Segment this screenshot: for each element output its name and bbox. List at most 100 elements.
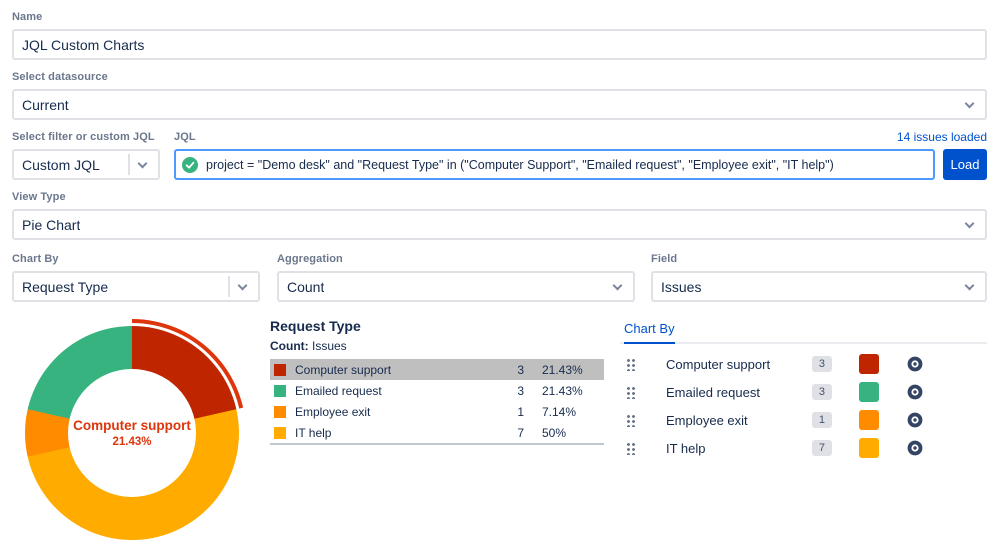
legend-count: 3 [490,363,524,377]
name-label: Name [12,10,987,24]
jql-field: JQL 14 issues loaded Load [174,130,987,180]
chart-by-select[interactable]: Request Type [12,271,260,302]
load-button[interactable]: Load [943,149,987,180]
color-swatch [274,427,286,439]
aggregation-field: Aggregation Count [277,252,635,302]
aggregation-value: Count [287,279,324,295]
filter-jql-row: Select filter or custom JQL Custom JQL J… [12,130,987,180]
color-swatch [274,406,286,418]
color-swatch[interactable] [859,354,879,374]
legend-label: Emailed request [295,384,490,398]
eye-visibility-icon[interactable] [907,356,923,372]
drag-handle-icon[interactable] [626,441,635,455]
eye-visibility-icon[interactable] [907,384,923,400]
color-swatch[interactable] [859,410,879,430]
datasource-select[interactable]: Current [12,89,987,120]
chart-by-row: IT help 7 [620,434,987,462]
datasource-value: Current [22,97,69,113]
chart-by-value: Request Type [22,279,108,295]
chart-by-row: Emailed request 3 [620,378,987,406]
count-badge: 7 [812,440,832,456]
color-swatch [274,364,286,376]
donut-center-percent: 21.43% [112,436,151,448]
chart-by-field: Chart By Request Type [12,252,260,302]
chevron-down-icon [965,99,975,109]
count-badge: 3 [812,384,832,400]
field-select[interactable]: Issues [651,271,987,302]
view-type-field: View Type Pie Chart [12,190,987,240]
legend-label: Computer support [295,363,490,377]
legend-percent: 21.43% [524,384,600,398]
filter-label: Select filter or custom JQL [12,130,160,144]
color-swatch [274,385,286,397]
name-input[interactable] [12,29,987,60]
legend-row[interactable]: IT help 7 50% [270,422,604,443]
legend-row[interactable]: Employee exit 1 7.14% [270,401,604,422]
jql-input[interactable] [206,158,927,172]
chart-by-rows: Computer support 3 Emailed request 3 Emp… [620,344,987,462]
aggregation-select[interactable]: Count [277,271,635,302]
field-field: Field Issues [651,252,987,302]
eye-visibility-icon[interactable] [907,440,923,456]
count-badge: 1 [812,412,832,428]
select-divider [128,154,130,175]
chart-by-row: Employee exit 1 [620,406,987,434]
chart-by-item-label: IT help [666,441,812,456]
pie-chart[interactable]: Computer support 21.43% [12,316,264,551]
datasource-field: Select datasource Current [12,70,987,120]
color-swatch[interactable] [859,382,879,402]
count-badge: 3 [812,356,832,372]
legend-count: 1 [490,405,524,419]
filter-value: Custom JQL [22,157,100,173]
chevron-down-icon [613,281,623,291]
field-label: Field [651,252,987,266]
issues-loaded-status: 14 issues loaded [897,130,987,144]
legend-label: Employee exit [295,405,490,419]
field-value: Issues [661,279,701,295]
chart-by-item-label: Computer support [666,357,812,372]
eye-visibility-icon[interactable] [907,412,923,428]
filter-select[interactable]: Custom JQL [12,149,160,180]
legend-rows: Computer support 3 21.43% Emailed reques… [270,359,604,445]
legend-count: 7 [490,426,524,440]
legend-percent: 21.43% [524,363,600,377]
legend-row[interactable]: Emailed request 3 21.43% [270,380,604,401]
chart-by-label: Chart By [12,252,260,266]
drag-handle-icon[interactable] [626,385,635,399]
select-divider [228,276,230,297]
chevron-down-icon [965,219,975,229]
jql-input-wrap [174,149,935,180]
chart-by-item-label: Emailed request [666,385,812,400]
drag-handle-icon[interactable] [626,357,635,371]
chevron-down-icon [965,281,975,291]
legend-subtitle: Count: Issues [270,339,604,353]
legend-row[interactable]: Computer support 3 21.43% [270,359,604,380]
legend-label: IT help [295,426,490,440]
tab-chart-by[interactable]: Chart By [624,321,675,344]
view-type-label: View Type [12,190,987,204]
legend-count: 3 [490,384,524,398]
donut-center: Computer support 21.43% [68,369,196,497]
color-swatch[interactable] [859,438,879,458]
name-field: Name [12,10,987,60]
tab-bar: Chart By [620,318,987,344]
view-type-value: Pie Chart [22,217,80,233]
legend-title: Request Type [270,318,604,334]
drag-handle-icon[interactable] [626,413,635,427]
success-check-icon [182,157,198,173]
jql-label: JQL [174,130,196,144]
jql-custom-charts-page: Name Select datasource Current Select fi… [0,0,999,557]
chevron-down-icon [238,281,248,291]
chart-options-row: Chart By Request Type Aggregation Count … [12,252,987,302]
chart-by-item-label: Employee exit [666,413,812,428]
filter-field: Select filter or custom JQL Custom JQL [12,130,160,180]
view-type-select[interactable]: Pie Chart [12,209,987,240]
count-value: Issues [312,339,347,353]
datasource-label: Select datasource [12,70,987,84]
chart-by-row: Computer support 3 [620,350,987,378]
legend-percent: 50% [524,426,600,440]
chevron-down-icon [138,159,148,169]
chart-by-panel: Chart By Computer support 3 Emailed requ… [620,316,987,551]
legend-percent: 7.14% [524,405,600,419]
chart-section: Computer support 21.43% Request Type Cou… [12,316,987,551]
